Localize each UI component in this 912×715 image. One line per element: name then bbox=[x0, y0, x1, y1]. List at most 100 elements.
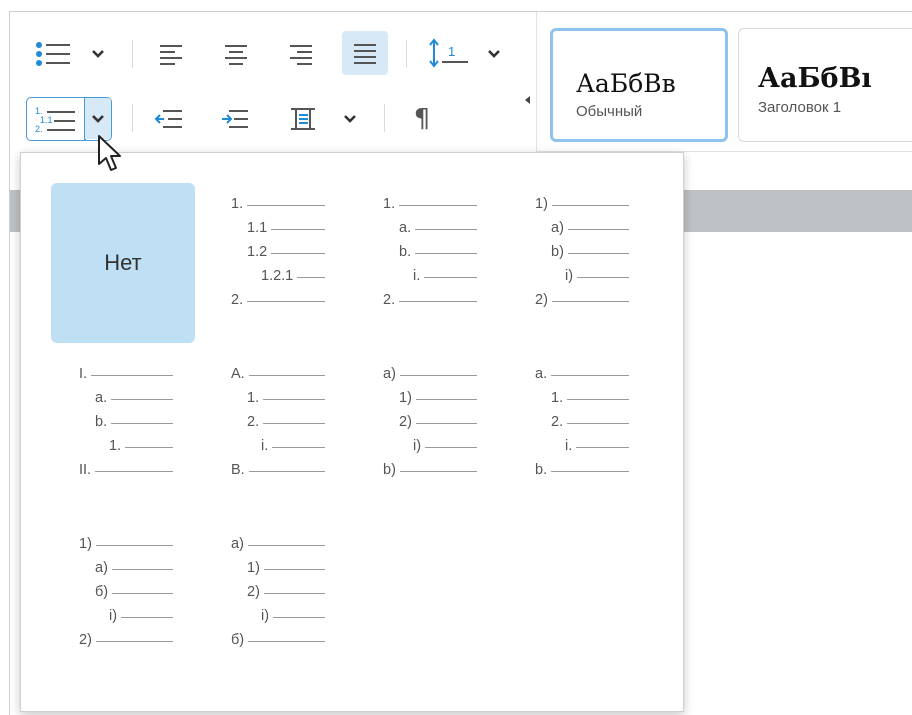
list-preset-7[interactable]: a. 1. 2. i. b. bbox=[507, 353, 651, 513]
list-preset-rule bbox=[567, 399, 629, 400]
list-preset-line: 1. bbox=[247, 389, 325, 408]
list-preset-line: i) bbox=[109, 607, 173, 626]
list-preset-line: b) bbox=[551, 243, 629, 262]
list-preset-number: 1.1 bbox=[247, 220, 268, 236]
separator bbox=[406, 40, 407, 68]
list-preset-rule bbox=[271, 229, 325, 230]
list-preset-number: b) bbox=[383, 462, 396, 478]
paragraph-spacing-icon bbox=[291, 108, 315, 130]
decrease-indent-button[interactable] bbox=[148, 102, 190, 136]
style-card-normal[interactable]: АаБбВв Обычный bbox=[550, 28, 728, 142]
style-name: Заголовок 1 bbox=[758, 99, 842, 116]
align-center-icon bbox=[225, 45, 247, 65]
list-preset-line: b. bbox=[399, 243, 477, 262]
list-preset-rule bbox=[399, 471, 477, 472]
list-preset-none[interactable]: Нет bbox=[51, 183, 195, 343]
list-preset-number: 2) bbox=[535, 292, 548, 308]
list-preset-1[interactable]: 1. 1.1 1.2 1.2.1 2. bbox=[203, 183, 347, 343]
list-preset-line: 2) bbox=[247, 583, 325, 602]
decrease-indent-icon bbox=[154, 110, 182, 128]
justify-button[interactable] bbox=[342, 31, 388, 75]
list-preset-rule bbox=[415, 229, 477, 230]
align-left-icon bbox=[160, 45, 182, 65]
bulleted-list-icon bbox=[36, 42, 70, 66]
list-preset-line: a) bbox=[231, 535, 325, 554]
list-preset-8[interactable]: 1) a) б) i) 2) bbox=[51, 523, 195, 683]
list-preset-number: 1) bbox=[247, 560, 260, 576]
chevron-down-icon bbox=[92, 50, 104, 58]
list-preset-rule bbox=[415, 253, 477, 254]
list-preset-rule bbox=[551, 375, 629, 376]
list-preset-number: i. bbox=[261, 438, 269, 454]
list-preset-line: 2) bbox=[79, 631, 173, 650]
list-preset-line: 1. bbox=[383, 195, 477, 214]
line-spacing-dropdown[interactable] bbox=[482, 42, 506, 66]
list-preset-line: B. bbox=[231, 461, 325, 480]
paragraph-spacing-dropdown[interactable] bbox=[338, 107, 362, 131]
list-preset-line: a. bbox=[535, 365, 629, 384]
list-preset-2[interactable]: 1. a. b. i. 2. bbox=[355, 183, 499, 343]
list-preset-number: i) bbox=[413, 438, 422, 454]
list-preset-none-label: Нет bbox=[104, 250, 142, 275]
list-preset-number: i) bbox=[109, 608, 118, 624]
list-preset-line: b. bbox=[95, 413, 173, 432]
list-preset-number: a) bbox=[231, 536, 244, 552]
list-preset-rule bbox=[551, 471, 629, 472]
list-preset-number: B. bbox=[231, 462, 245, 478]
list-preset-rule bbox=[567, 423, 629, 424]
list-preset-line: 2. bbox=[551, 413, 629, 432]
list-preset-rule bbox=[551, 205, 629, 206]
list-preset-line: 1. bbox=[109, 437, 173, 456]
list-preset-9[interactable]: a) 1) 2) i) б) bbox=[203, 523, 347, 683]
line-spacing-button[interactable]: 1 bbox=[424, 36, 474, 70]
align-center-button[interactable] bbox=[215, 38, 257, 70]
paragraph-mark-icon: ¶ bbox=[413, 104, 431, 134]
list-preset-line: i) bbox=[261, 607, 325, 626]
list-preset-number: 2. bbox=[247, 414, 260, 430]
list-preset-number: a) bbox=[551, 220, 564, 236]
list-preset-number: a) bbox=[383, 366, 396, 382]
list-preset-number: 2. bbox=[551, 414, 564, 430]
list-preset-4[interactable]: I. a. b. 1. II. bbox=[51, 353, 195, 513]
list-preset-line: a. bbox=[95, 389, 173, 408]
list-preset-line: 1) bbox=[399, 389, 477, 408]
list-preset-number: i) bbox=[261, 608, 270, 624]
list-preset-rule bbox=[95, 641, 173, 642]
increase-indent-icon bbox=[222, 110, 248, 128]
list-preset-6[interactable]: a) 1) 2) i) b) bbox=[355, 353, 499, 513]
paragraph-spacing-button[interactable] bbox=[282, 102, 324, 136]
list-preset-rule bbox=[425, 447, 477, 448]
align-right-button[interactable] bbox=[280, 38, 322, 70]
list-preset-line: i) bbox=[413, 437, 477, 456]
list-preset-rule bbox=[273, 617, 325, 618]
list-preset-number: 1. bbox=[109, 438, 122, 454]
list-preset-rule bbox=[95, 545, 173, 546]
list-preset-number: 2. bbox=[231, 292, 244, 308]
list-preset-line: 2. bbox=[383, 291, 477, 310]
increase-indent-button[interactable] bbox=[214, 102, 256, 136]
bulleted-list-dropdown[interactable] bbox=[86, 42, 110, 66]
align-left-button[interactable] bbox=[150, 38, 192, 70]
list-preset-rule bbox=[424, 277, 477, 278]
list-preset-number: I. bbox=[79, 366, 88, 382]
list-preset-number: b) bbox=[551, 244, 564, 260]
scroll-left-arrow-icon[interactable] bbox=[525, 96, 530, 104]
list-preset-rule bbox=[551, 301, 629, 302]
list-preset-number: 1) bbox=[399, 390, 412, 406]
list-preset-rule bbox=[271, 253, 325, 254]
bulleted-list-button[interactable] bbox=[32, 38, 74, 70]
list-preset-number: 2) bbox=[399, 414, 412, 430]
list-preset-3[interactable]: 1) a) b) i) 2) bbox=[507, 183, 651, 343]
list-preset-number: b. bbox=[399, 244, 412, 260]
list-preset-5[interactable]: A. 1. 2. i. B. bbox=[203, 353, 347, 513]
list-preset-number: б) bbox=[95, 584, 109, 600]
multilevel-list-dropdown[interactable] bbox=[85, 98, 111, 139]
list-preset-line: a) bbox=[95, 559, 173, 578]
list-preset-line: 1) bbox=[79, 535, 173, 554]
list-preset-rule bbox=[576, 447, 629, 448]
show-formatting-marks-button[interactable]: ¶ bbox=[402, 102, 442, 136]
style-card-heading-1[interactable]: АаБбВı Заголовок 1 bbox=[738, 28, 912, 142]
multilevel-list-button[interactable]: 1. 1.1 2. bbox=[33, 104, 79, 134]
list-preset-rule bbox=[263, 399, 325, 400]
list-preset-number: б) bbox=[231, 632, 245, 648]
